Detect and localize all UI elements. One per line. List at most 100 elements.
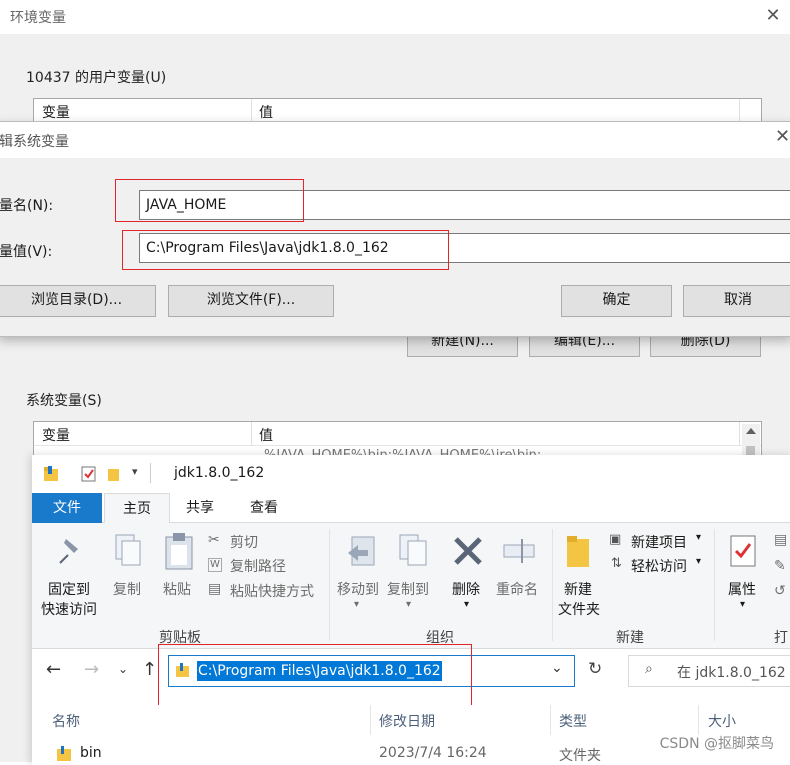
browse-file-button[interactable]: 浏览文件(F)...	[168, 285, 334, 317]
close-icon[interactable]: ✕	[775, 126, 790, 147]
easy-access-button[interactable]: 轻松访问	[631, 556, 687, 576]
close-icon[interactable]: ✕	[763, 4, 783, 28]
ribbon-separator	[329, 529, 330, 641]
tab-share[interactable]: 共享	[172, 493, 228, 523]
column-separator	[251, 99, 252, 123]
rename-icon	[503, 539, 535, 563]
open-icon[interactable]: ▤	[774, 532, 787, 548]
copy-to-icon	[399, 534, 427, 566]
ok-button[interactable]: 确定	[561, 285, 672, 317]
chevron-down-icon: ▾	[696, 556, 702, 567]
edit-system-variable-dialog: 辑系统变量 ✕ 量名(N): JAVA_HOME 量值(V): C:\Progr…	[0, 121, 790, 337]
scroll-up-icon[interactable]	[746, 428, 756, 434]
new-item-icon: ▣	[609, 532, 622, 547]
column-variable[interactable]: 变量	[42, 102, 70, 122]
column-variable[interactable]: 变量	[42, 425, 70, 445]
file-date: 2023/7/4 16:24	[379, 745, 487, 761]
copy-path-icon: W	[208, 558, 222, 572]
column-date-modified[interactable]: 修改日期	[379, 711, 435, 731]
highlight-box	[115, 179, 304, 222]
refresh-icon[interactable]: ↻	[588, 659, 602, 679]
watermark: CSDN @抠脚菜鸟	[659, 736, 774, 752]
paste-button[interactable]: 粘贴	[163, 579, 191, 599]
column-value[interactable]: 值	[259, 102, 273, 122]
env-titlebar: 环境变量 ✕	[0, 0, 790, 34]
search-input[interactable]: ⌕ 在 jdk1.8.0_162	[628, 655, 790, 687]
new-folder-button[interactable]: 新建	[564, 579, 592, 599]
move-to-icon	[348, 536, 375, 566]
delete-x-icon	[454, 537, 482, 565]
file-list-header: 名称 修改日期 类型 大小	[32, 705, 790, 735]
chevron-down-icon: ▾	[406, 599, 412, 610]
rename-button[interactable]: 重命名	[496, 579, 538, 599]
ribbon-tabs: 文件 主页 共享 查看	[32, 493, 790, 523]
paste-shortcut-button[interactable]: 粘贴快捷方式	[230, 581, 314, 601]
titlebar-separator	[150, 463, 151, 483]
search-icon: ⌕	[645, 661, 653, 677]
explorer-window-title: jdk1.8.0_162	[174, 465, 265, 481]
highlight-box	[122, 230, 449, 270]
up-arrow-icon[interactable]: ↑	[142, 659, 157, 680]
user-variables-group-label: 10437 的用户变量(U)	[26, 70, 167, 86]
file-type: 文件夹	[559, 748, 601, 764]
properties-large-icon	[730, 535, 756, 567]
address-dropdown-icon[interactable]: ⌄	[551, 660, 563, 676]
tab-home[interactable]: 主页	[104, 493, 170, 523]
cut-button[interactable]: 剪切	[230, 532, 258, 552]
ribbon-separator	[552, 529, 553, 641]
easy-access-icon: ⇅	[611, 556, 622, 571]
env-window-title: 环境变量	[10, 10, 66, 26]
edit-icon[interactable]: ✎	[774, 558, 786, 574]
tab-file[interactable]: 文件	[32, 493, 102, 523]
new-folder-button-line2[interactable]: 文件夹	[558, 599, 600, 619]
chevron-down-icon: ▾	[696, 532, 702, 543]
column-separator	[251, 422, 252, 446]
pin-quick-access-label-2[interactable]: 快速访问	[41, 599, 97, 619]
quick-access-dropdown-icon[interactable]: ▾	[132, 465, 138, 478]
search-placeholder: 在 jdk1.8.0_162	[677, 665, 786, 681]
edit-dialog-title: 辑系统变量	[0, 134, 69, 150]
file-name[interactable]: bin	[80, 745, 102, 761]
column-separator	[739, 99, 740, 123]
variable-name-label: 量名(N):	[0, 198, 54, 214]
pin-quick-access-label[interactable]: 固定到	[48, 579, 90, 599]
column-separator	[739, 422, 740, 446]
chevron-down-icon: ▾	[354, 599, 360, 610]
paste-icon	[165, 533, 193, 570]
chevron-down-icon: ▾	[464, 599, 470, 610]
recent-locations-chevron-icon[interactable]: ⌄	[118, 662, 128, 676]
scrollbar[interactable]	[742, 424, 760, 458]
history-icon[interactable]: ↺	[774, 583, 786, 599]
explorer-titlebar: ▾ jdk1.8.0_162	[32, 455, 790, 493]
file-explorer-window: ▾ jdk1.8.0_162 文件 主页 共享 查看 固定到 快速访问 复制 粘…	[32, 455, 790, 765]
move-to-button[interactable]: 移动到	[337, 579, 379, 599]
new-folder-icon	[567, 536, 589, 567]
user-variables-header: 变量 值	[34, 99, 761, 123]
back-arrow-icon[interactable]: ←	[46, 659, 61, 680]
properties-icon[interactable]	[80, 465, 98, 483]
cancel-button[interactable]: 取消	[683, 285, 790, 317]
system-variables-header: 变量 值	[34, 422, 761, 446]
highlight-box	[158, 644, 472, 707]
column-name[interactable]: 名称	[52, 711, 80, 731]
edit-dialog-titlebar: 辑系统变量 ✕	[0, 122, 790, 158]
new-folder-quick-icon[interactable]	[106, 465, 122, 483]
new-item-button[interactable]: 新建项目	[631, 532, 687, 552]
folder-app-icon	[44, 466, 58, 481]
column-type[interactable]: 类型	[559, 711, 587, 731]
properties-button[interactable]: 属性	[728, 579, 756, 599]
column-size[interactable]: 大小	[708, 711, 736, 731]
copy-to-button[interactable]: 复制到	[387, 579, 429, 599]
copy-path-button[interactable]: 复制路径	[230, 556, 286, 576]
column-separator	[698, 705, 699, 735]
chevron-down-icon: ▾	[740, 599, 746, 610]
column-value[interactable]: 值	[259, 425, 273, 445]
forward-arrow-icon[interactable]: →	[84, 659, 99, 680]
new-group-label: 新建	[616, 630, 644, 646]
copy-button[interactable]: 复制	[113, 579, 141, 599]
browse-directory-button[interactable]: 浏览目录(D)...	[0, 285, 156, 317]
tab-view[interactable]: 查看	[236, 493, 292, 523]
delete-button[interactable]: 删除	[452, 579, 480, 599]
ribbon-separator	[714, 529, 715, 641]
open-group-label: 打	[774, 630, 788, 646]
